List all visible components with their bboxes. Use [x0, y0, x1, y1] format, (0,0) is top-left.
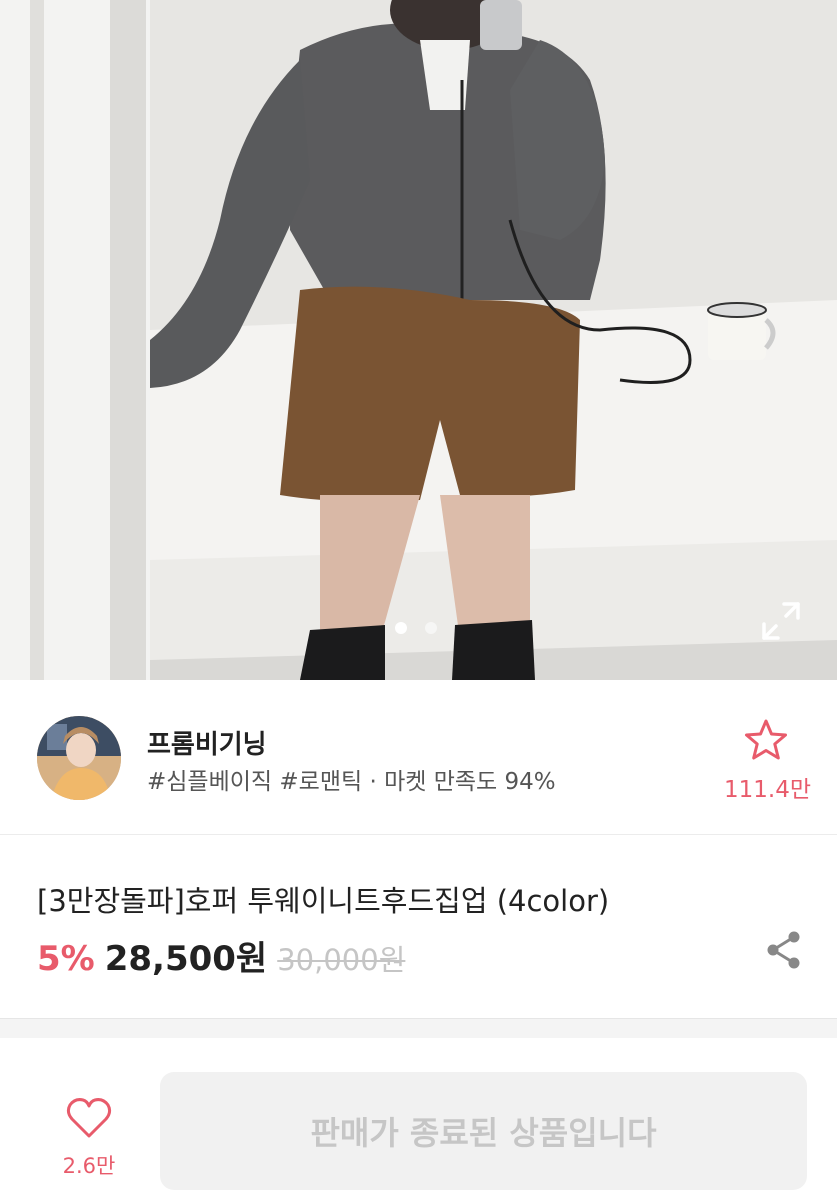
product-image[interactable] — [0, 0, 837, 680]
original-price: 30,000원 — [277, 943, 406, 977]
section-divider — [0, 1018, 837, 1038]
expand-icon[interactable] — [760, 600, 802, 642]
discount-rate: 5% — [37, 939, 95, 979]
shop-info-section — [0, 680, 837, 835]
star-outline-icon[interactable] — [742, 718, 790, 762]
price-row: 5% 28,500원 30,000원 — [37, 931, 405, 980]
like-count: 2.6만 — [62, 1154, 116, 1178]
product-title: [3만장돌파]호퍼 투웨이니트후드집업 (4color) — [37, 884, 610, 918]
sold-out-button[interactable]: 판매가 종료된 상품입니다 — [160, 1072, 807, 1190]
favorite-count: 111.4만 — [723, 777, 811, 803]
shop-tags: #심플베이직 #로맨틱 · 마켓 만족도 94% — [147, 769, 556, 795]
product-photo-illustration — [0, 0, 837, 680]
carousel-dot[interactable] — [395, 622, 407, 634]
heart-outline-icon[interactable] — [66, 1097, 112, 1139]
share-icon[interactable] — [766, 930, 802, 970]
carousel-dot[interactable] — [425, 622, 437, 634]
avatar[interactable] — [37, 716, 121, 800]
sale-price: 28,500원 — [104, 939, 268, 979]
carousel-dots — [395, 622, 437, 634]
shop-name[interactable]: 프롬비기닝 — [147, 724, 267, 761]
